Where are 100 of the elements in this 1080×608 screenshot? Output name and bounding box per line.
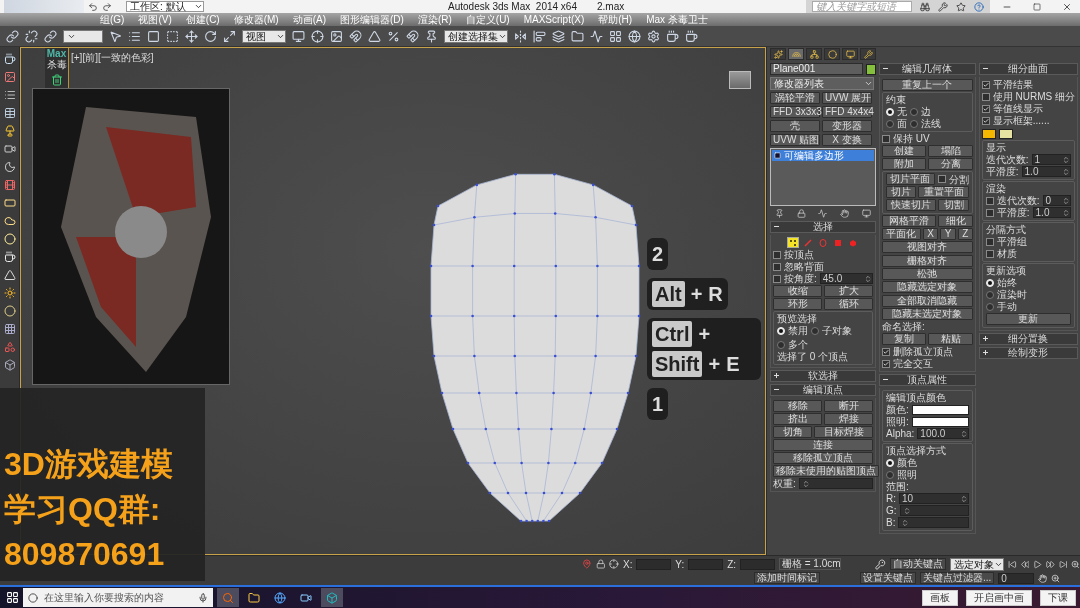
taskbar-search-field[interactable]: 在这里输入你要搜索的内容 — [23, 588, 213, 607]
zoom-icon[interactable] — [1051, 573, 1061, 583]
video-camera-icon[interactable] — [3, 143, 16, 155]
checkbox[interactable] — [981, 92, 990, 101]
panel-button[interactable]: 焊接 — [824, 413, 873, 425]
sun-icon[interactable] — [3, 287, 16, 299]
panel-tab[interactable] — [806, 48, 822, 60]
lock-icon[interactable] — [796, 209, 806, 218]
viewport-label[interactable]: [+][前][一致的色彩] — [71, 51, 154, 65]
gear-icon[interactable] — [647, 29, 660, 43]
set-key-button[interactable]: 设置关键点 — [860, 572, 916, 584]
panel-button[interactable]: 连接 — [773, 439, 873, 451]
star-icon[interactable] — [956, 1, 966, 12]
box-icon[interactable] — [3, 359, 16, 371]
menu-item[interactable]: 创建(C) — [185, 13, 220, 26]
modifier-button[interactable]: 涡轮平滑 — [770, 92, 820, 104]
skip-back-icon[interactable] — [1007, 559, 1017, 569]
cloud-icon[interactable] — [3, 215, 16, 227]
rollout-header[interactable]: 细分曲面 — [978, 63, 1078, 75]
binoculars-icon[interactable] — [920, 1, 930, 12]
panel-button[interactable]: 重复上一个 — [882, 79, 973, 91]
lamp-icon[interactable] — [3, 125, 16, 137]
spinner-field[interactable] — [798, 478, 873, 489]
monitor-icon[interactable] — [862, 209, 872, 218]
panel-button[interactable]: 重置平面 — [918, 186, 969, 198]
spinner-field[interactable]: 1.0 — [1021, 166, 1071, 177]
radio-button[interactable] — [777, 340, 785, 349]
panel-tab[interactable] — [788, 48, 804, 60]
rollout-header[interactable]: 选择 — [770, 221, 876, 233]
cone-icon[interactable] — [3, 269, 16, 281]
object-name-field[interactable]: Plane001 — [770, 63, 863, 75]
layers-icon[interactable] — [552, 29, 565, 43]
bin-icon[interactable] — [50, 74, 63, 86]
spinner-field[interactable]: 1 — [1031, 154, 1071, 165]
panel-button[interactable]: 松弛 — [882, 268, 973, 280]
panel-button[interactable]: 细化 — [938, 215, 973, 227]
panel-button[interactable]: 快速切片 — [886, 199, 937, 211]
coordinate-field[interactable] — [636, 558, 672, 570]
redo-icon[interactable] — [102, 1, 112, 12]
search-field[interactable]: 键入关键字或短语 — [812, 1, 912, 12]
menu-item[interactable]: 组(G) — [100, 13, 125, 26]
checkbox[interactable] — [882, 347, 890, 356]
subobject-button[interactable] — [787, 237, 799, 248]
panel-button[interactable]: Z — [957, 228, 973, 240]
unlink-icon[interactable] — [25, 29, 38, 43]
panel-button[interactable]: 隐藏选定对象 — [882, 281, 973, 293]
panel-button[interactable]: 目标焊接 — [814, 426, 873, 438]
panel-tab[interactable] — [842, 48, 858, 60]
radio-button[interactable] — [886, 119, 894, 128]
move-icon[interactable] — [185, 29, 198, 43]
table-icon[interactable] — [3, 107, 16, 119]
grid-icon[interactable] — [3, 323, 16, 335]
panel-tab[interactable] — [824, 48, 840, 60]
menu-item[interactable]: 自定义(U) — [465, 13, 510, 26]
color-swatch[interactable] — [981, 129, 996, 139]
modifier-button[interactable]: 壳 — [770, 120, 820, 132]
checkbox[interactable] — [985, 208, 994, 217]
panel-button[interactable]: Y — [940, 228, 956, 240]
panel-button[interactable]: 分离 — [928, 158, 973, 170]
taskbar-app[interactable] — [321, 588, 343, 607]
modifier-button[interactable]: X 变换 — [822, 134, 872, 146]
panel-button[interactable]: 视图对齐 — [882, 241, 973, 253]
modifier-button[interactable]: FFD 4x4x4 — [822, 106, 872, 118]
checkbox[interactable] — [882, 134, 890, 143]
magnet-icon[interactable] — [406, 29, 419, 43]
menu-item[interactable]: 帮助(H) — [598, 13, 633, 26]
modifier-button[interactable]: UVW 展开 — [822, 92, 872, 104]
percent-icon[interactable] — [387, 29, 400, 43]
panel-button[interactable]: 断开 — [824, 400, 873, 412]
spinner-field[interactable]: 10 — [899, 493, 969, 504]
menu-item[interactable]: Max 杀毒卫士 — [646, 13, 708, 26]
spinner-field[interactable]: 0 — [1042, 195, 1071, 206]
radio-button[interactable] — [985, 302, 994, 311]
panel-tab[interactable] — [770, 48, 786, 60]
hand-icon[interactable] — [1038, 573, 1048, 583]
coordinate-field[interactable] — [740, 558, 775, 570]
align-icon[interactable] — [533, 29, 546, 43]
panel-button[interactable]: 移除未使用的贴图顶点 — [773, 465, 879, 477]
skip-forward-icon[interactable] — [1058, 559, 1068, 569]
spinner-field[interactable]: 100.0 — [917, 428, 969, 439]
modifier-button[interactable]: FFD 3x3x3 — [770, 106, 820, 118]
stack-item[interactable]: 可编辑多边形 — [772, 150, 874, 161]
panel-tab[interactable] — [860, 48, 876, 60]
taskbar-button[interactable]: 下课 — [1040, 589, 1076, 606]
spinner-field[interactable] — [898, 517, 969, 528]
filter-dropdown[interactable] — [63, 29, 103, 43]
checkbox[interactable] — [981, 116, 990, 125]
panel-button[interactable]: 栅格对齐 — [882, 255, 973, 267]
key-filters-button[interactable]: 关键点过滤器... — [920, 572, 995, 584]
view-cube[interactable] — [729, 71, 751, 89]
menu-item[interactable]: 视图(V) — [138, 13, 172, 26]
panel-button[interactable]: 隐藏未选定对象 — [882, 308, 973, 320]
color-swatch[interactable] — [998, 129, 1013, 139]
object-color-swatch[interactable] — [866, 63, 876, 75]
film-icon[interactable] — [3, 179, 16, 191]
frame-field[interactable]: 0 — [998, 572, 1035, 584]
list-icon[interactable] — [3, 89, 16, 101]
shapes-icon[interactable] — [3, 341, 16, 353]
fast-forward-icon[interactable] — [1045, 559, 1055, 569]
checkbox[interactable] — [773, 262, 781, 271]
